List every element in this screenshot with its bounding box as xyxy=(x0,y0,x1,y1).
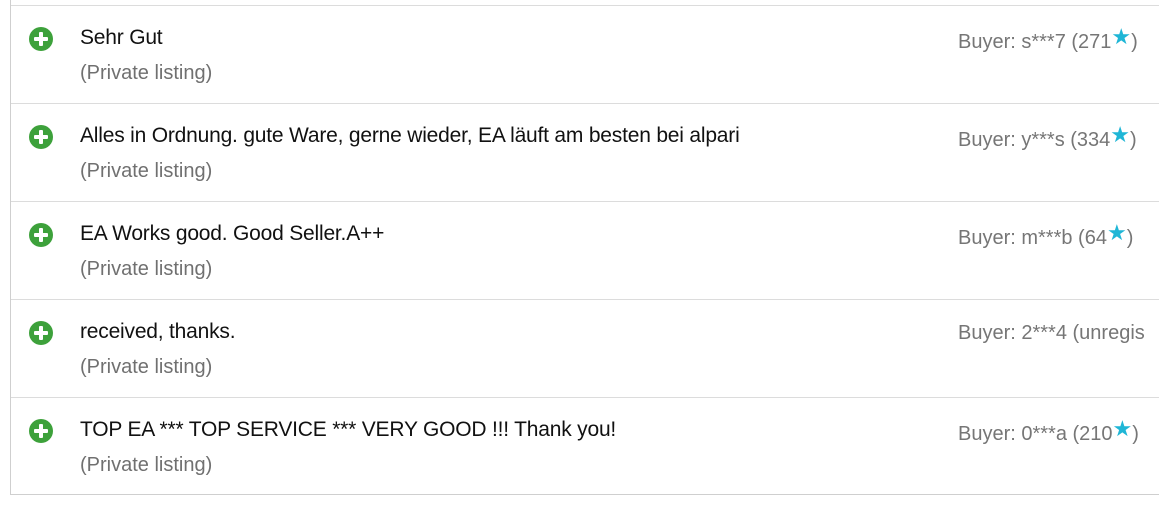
positive-feedback-icon xyxy=(29,125,53,149)
buyer-close: ) xyxy=(1131,31,1138,53)
star-icon: ★ xyxy=(1106,220,1127,245)
feedback-comment: Alles in Ordnung. gute Ware, gerne wiede… xyxy=(80,124,740,147)
buyer-close: ) xyxy=(1126,227,1134,249)
positive-feedback-icon xyxy=(29,223,53,247)
buyer-name: Buyer: s***7 (271 xyxy=(958,31,1112,53)
listing-label: (Private listing) xyxy=(80,62,213,84)
buyer-info[interactable]: Buyer: s***7 (271★) xyxy=(958,24,1138,54)
buyer-close: ) xyxy=(1130,129,1137,151)
feedback-row: TOP EA *** TOP SERVICE *** VERY GOOD !!!… xyxy=(11,398,1159,494)
feedback-row: received, thanks. (Private listing) Buye… xyxy=(11,300,1159,398)
star-icon: ★ xyxy=(1110,122,1131,147)
positive-feedback-icon xyxy=(29,321,53,345)
buyer-info[interactable]: Buyer: 2***4 (unregis xyxy=(958,322,1145,345)
star-icon: ★ xyxy=(1111,24,1132,49)
buyer-name: Buyer: m***b (64 xyxy=(958,227,1107,249)
feedback-row: Alles in Ordnung. gute Ware, gerne wiede… xyxy=(11,104,1159,202)
feedback-row: Sehr Gut (Private listing) Buyer: s***7 … xyxy=(11,6,1159,104)
buyer-name: Buyer: y***s (334 xyxy=(958,129,1111,151)
feedback-row: EA Works good. Good Seller.A++ (Private … xyxy=(11,202,1159,300)
positive-feedback-icon xyxy=(29,419,53,443)
buyer-info[interactable]: Buyer: y***s (334★) xyxy=(958,122,1137,152)
feedback-list: Sehr Gut (Private listing) Buyer: s***7 … xyxy=(10,0,1159,495)
buyer-info[interactable]: Buyer: 0***a (210★) xyxy=(958,416,1139,446)
buyer-name: Buyer: 2***4 (unregis xyxy=(958,322,1145,344)
feedback-comment: Sehr Gut xyxy=(80,26,163,49)
star-icon: ★ xyxy=(1112,416,1133,441)
feedback-comment: EA Works good. Good Seller.A++ xyxy=(80,222,385,245)
listing-label: (Private listing) xyxy=(80,356,213,378)
buyer-close: ) xyxy=(1132,423,1139,445)
listing-label: (Private listing) xyxy=(80,454,213,476)
listing-label: (Private listing) xyxy=(80,160,213,182)
feedback-comment: received, thanks. xyxy=(80,320,236,343)
listing-label: (Private listing) xyxy=(80,258,213,280)
buyer-info[interactable]: Buyer: m***b (64★) xyxy=(958,220,1134,250)
positive-feedback-icon xyxy=(29,27,53,51)
feedback-comment: TOP EA *** TOP SERVICE *** VERY GOOD !!!… xyxy=(80,418,617,441)
buyer-name: Buyer: 0***a (210 xyxy=(958,423,1113,445)
